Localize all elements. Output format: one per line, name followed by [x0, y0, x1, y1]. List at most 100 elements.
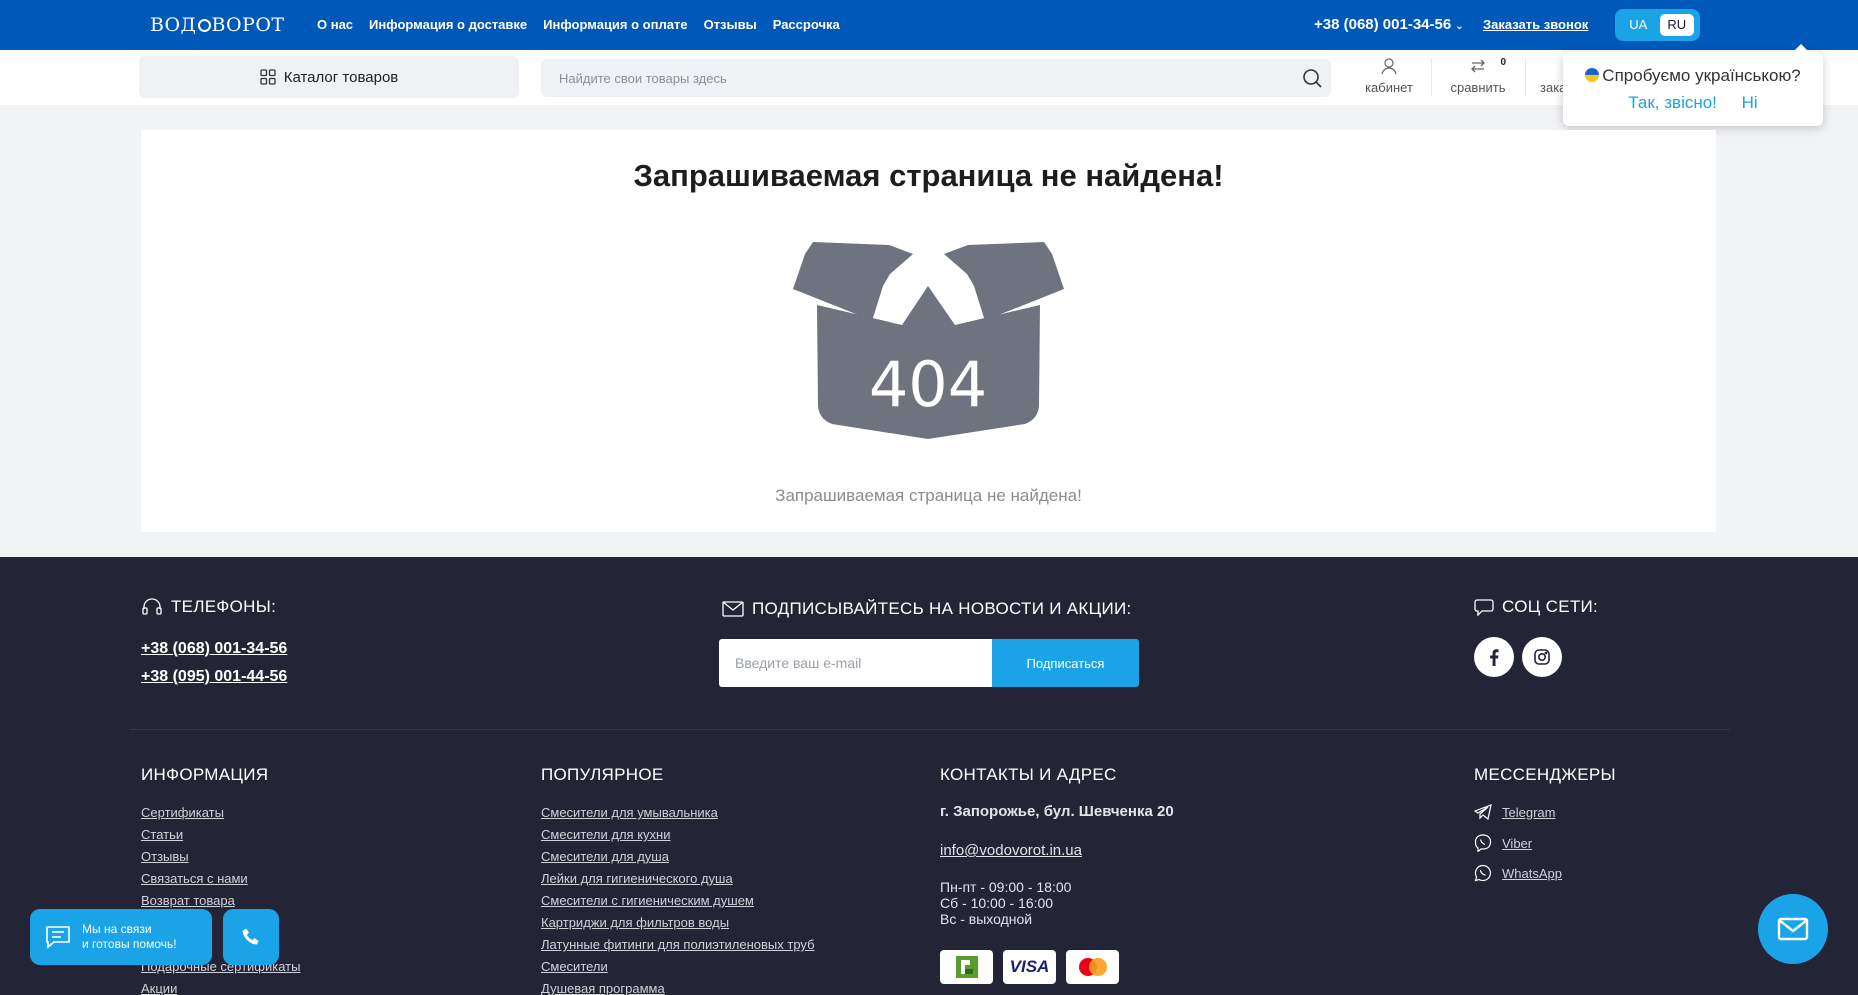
cabinet-button[interactable]: кабинет: [1362, 56, 1416, 95]
footer-link[interactable]: Лейки для гигиенического душа: [541, 871, 815, 893]
error-panel: Запрашиваемая страница не найдена! 404 З…: [141, 130, 1716, 532]
nav-link-payment[interactable]: Информация о оплате: [543, 17, 687, 32]
site-logo[interactable]: ВОД ВОРОТ: [150, 14, 285, 36]
grid-icon: [260, 69, 276, 85]
hours-line: Пн-пт - 09:00 - 18:00: [940, 879, 1072, 895]
popup-no-button[interactable]: Ні: [1742, 93, 1758, 112]
footer-divider: [130, 729, 1730, 730]
envelope-icon: [1777, 917, 1809, 941]
compare-count-badge: 0: [1500, 57, 1506, 68]
footer-link[interactable]: Смесители для кухни: [541, 827, 815, 849]
address: г. Запорожье, бул. Шевченка 20: [940, 803, 1174, 820]
footer-link[interactable]: Акции: [141, 981, 300, 995]
header-phone: +38 (068) 001-34-56: [1314, 16, 1452, 33]
subscribe-title: ПОДПИСЫВАЙТЕСЬ НА НОВОСТИ И АКЦИИ:: [752, 599, 1132, 618]
visa-text: VISA: [1009, 957, 1050, 976]
open-box-404-icon: 404: [793, 242, 1064, 439]
footer-link[interactable]: Картриджи для фильтров воды: [541, 915, 815, 937]
viber-icon: [1474, 834, 1492, 852]
compare-arrows-icon: [1471, 59, 1485, 73]
contacts-title: КОНТАКТЫ И АДРЕС: [940, 765, 1117, 784]
call-widget-button[interactable]: [223, 909, 279, 965]
messengers-title: МЕССЕНДЖЕРЫ: [1474, 765, 1616, 784]
nav-link-reviews[interactable]: Отзывы: [704, 17, 757, 32]
nav-link-about[interactable]: О нас: [317, 17, 353, 32]
privatbank-icon: [955, 956, 978, 978]
info-title: ИНФОРМАЦИЯ: [141, 765, 269, 784]
top-bar: ВОД ВОРОТ О нас Информация о доставке Инф…: [0, 0, 1858, 50]
footer-link[interactable]: Душевая программа: [541, 981, 815, 995]
facebook-icon: [1490, 648, 1499, 666]
footer-link[interactable]: Отзывы: [141, 849, 300, 871]
popular-links: Смесители для умывальника Смесители для …: [541, 805, 815, 995]
footer-link[interactable]: Смесители с гигиеническим душем: [541, 893, 815, 915]
footer-link[interactable]: Смесители для умывальника: [541, 805, 815, 827]
footer-link[interactable]: Сертификаты: [141, 805, 300, 827]
footer-link[interactable]: Смесители для душа: [541, 849, 815, 871]
compare-label: сравнить: [1450, 80, 1506, 95]
mail-widget-button[interactable]: [1758, 894, 1828, 964]
telegram-label: Telegram: [1502, 804, 1556, 820]
compare-button[interactable]: 0 сравнить: [1446, 56, 1510, 95]
contact-email[interactable]: info@vodovorot.in.ua: [940, 842, 1082, 859]
chat-widget[interactable]: Мы на связи и готовы помочь!: [30, 909, 212, 965]
facebook-button[interactable]: [1474, 637, 1514, 677]
callback-link[interactable]: Заказать звонок: [1483, 17, 1588, 32]
error-message: Запрашиваемая страница не найдена!: [775, 486, 1082, 505]
nav-link-delivery[interactable]: Информация о доставке: [369, 17, 527, 32]
lang-ru-button[interactable]: RU: [1659, 14, 1694, 36]
subscribe-form: Подписаться: [719, 639, 1139, 687]
instagram-icon: [1534, 649, 1550, 665]
language-suggestion-popup: Спробуємо українською? Так, звісно! Ні: [1563, 44, 1823, 126]
chat-widget-line2: и готовы помочь!: [82, 937, 177, 951]
hours-line: Вс - выходной: [940, 911, 1033, 927]
headset-icon: [142, 598, 162, 615]
header-phone-dropdown[interactable]: +38 (068) 001-34-56 ⌄: [1314, 16, 1464, 33]
popup-question: Спробуємо українською?: [1602, 66, 1801, 85]
working-hours: Пн-пт - 09:00 - 18:00 Сб - 10:00 - 16:00…: [940, 879, 1071, 927]
chat-bubble-icon: [1474, 599, 1494, 616]
search-box: [541, 59, 1331, 97]
subscribe-button[interactable]: Подписаться: [992, 639, 1139, 687]
divider: [1431, 58, 1432, 96]
footer-phone-1[interactable]: +38 (068) 001-34-56: [141, 640, 287, 658]
instagram-button[interactable]: [1522, 637, 1562, 677]
chat-widget-line1: Мы на связи: [82, 922, 152, 936]
popup-yes-button[interactable]: Так, звісно!: [1628, 93, 1717, 112]
search-icon[interactable]: [1301, 67, 1323, 89]
page-title: Запрашиваемая страница не найдена!: [633, 158, 1224, 193]
language-switcher: UA RU: [1615, 9, 1700, 41]
social-title: СОЦ СЕТИ:: [1502, 597, 1599, 616]
phones-title: ТЕЛЕФОНЫ:: [171, 597, 277, 616]
mastercard-icon: [1078, 958, 1107, 976]
footer-link[interactable]: Связаться с нами: [141, 871, 300, 893]
social-heading: СОЦ СЕТИ:: [1474, 597, 1598, 617]
footer-link[interactable]: Статьи: [141, 827, 300, 849]
nav-link-installments[interactable]: Рассрочка: [773, 17, 840, 32]
footer-link[interactable]: Латунные фитинги для полиэтиленовых труб: [541, 937, 815, 959]
subscribe-heading: ПОДПИСЫВАЙТЕСЬ НА НОВОСТИ И АКЦИИ:: [722, 599, 1132, 619]
envelope-icon: [722, 601, 744, 617]
top-nav: О нас Информация о доставке Информация о…: [317, 17, 840, 32]
chevron-down-icon: ⌄: [1455, 21, 1464, 32]
privat-logo: [940, 950, 993, 984]
viber-label: Viber: [1502, 835, 1533, 851]
search-input[interactable]: [541, 59, 1331, 97]
email-field[interactable]: [719, 639, 992, 687]
viber-link[interactable]: Viber: [1474, 834, 1532, 852]
visa-logo: VISA: [1003, 950, 1056, 984]
telegram-link[interactable]: Telegram: [1474, 804, 1555, 820]
chat-icon: [46, 926, 70, 949]
footer-phone-2[interactable]: +38 (095) 001-44-56: [141, 668, 287, 686]
error-code: 404: [869, 348, 987, 421]
whatsapp-icon: [1474, 864, 1491, 882]
divider: [1525, 58, 1526, 96]
user-icon: [1381, 58, 1397, 75]
ukraine-flag-icon: [1585, 68, 1600, 82]
phones-heading: ТЕЛЕФОНЫ:: [141, 597, 276, 617]
footer-link[interactable]: Смесители: [541, 959, 815, 981]
mastercard-logo: [1066, 950, 1119, 984]
lang-ua-button[interactable]: UA: [1621, 14, 1656, 36]
whatsapp-link[interactable]: WhatsApp: [1474, 864, 1562, 882]
catalog-button[interactable]: Каталог товаров: [139, 56, 519, 98]
